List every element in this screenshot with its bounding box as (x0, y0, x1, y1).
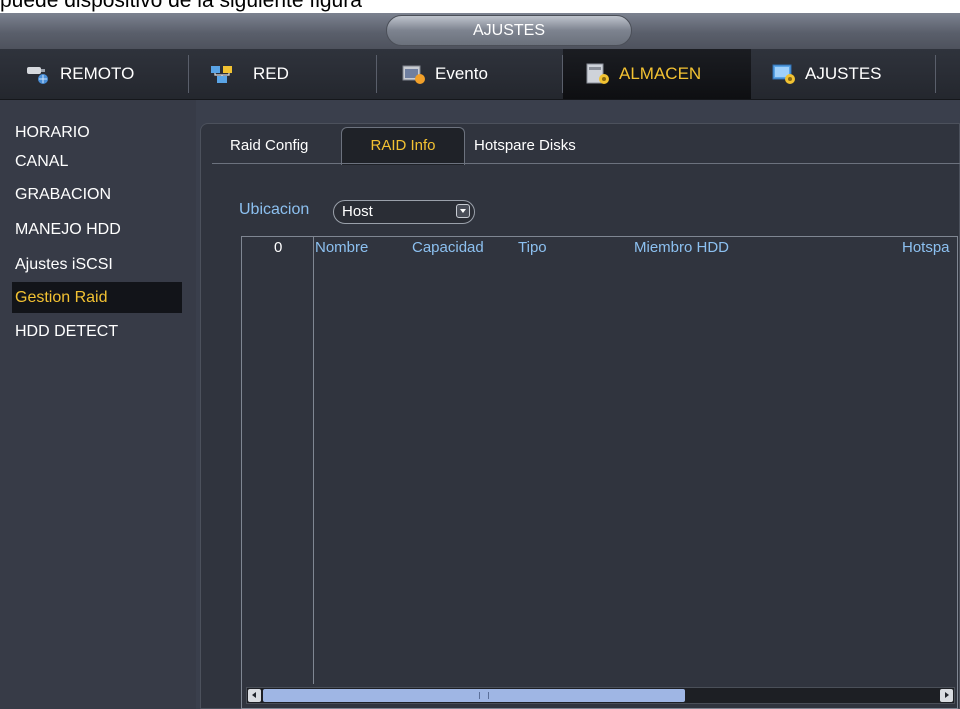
location-select[interactable]: Host (333, 200, 475, 224)
tab-evento[interactable]: Evento (377, 49, 563, 99)
system-settings-icon (772, 64, 795, 84)
main-tab-bar: REMOTO RED Evento ALMACEN AJUSTES (0, 49, 960, 100)
column-header-index: 0 (274, 239, 283, 256)
network-icon (211, 66, 232, 83)
sidebar-item-manejo-hdd[interactable]: MANEJO HDD (12, 214, 182, 245)
tab-label: Evento (435, 64, 488, 83)
sidebar-item-grabacion[interactable]: GRABACION (12, 179, 182, 210)
index-column (242, 237, 314, 684)
tab-ajustes[interactable]: AJUSTES (751, 49, 936, 99)
column-header-tipo: Tipo (518, 239, 547, 256)
scrollbar-thumb[interactable] (263, 689, 685, 702)
tab-label: RED (253, 64, 289, 83)
horizontal-scrollbar[interactable] (246, 687, 955, 704)
sidebar-item-ajustes-iscsi[interactable]: Ajustes iSCSI (12, 249, 182, 280)
sidebar-item-horario[interactable]: HORARIO (12, 117, 182, 148)
sidebar: HORARIO CANAL GRABACION MANEJO HDD Ajust… (0, 100, 196, 709)
scroll-left-icon[interactable] (248, 689, 261, 702)
tab-label: REMOTO (60, 64, 135, 83)
app-window: AJUSTES REMOTO RED Evento ALMACEN AJUSTE… (0, 13, 960, 709)
title-bar: AJUSTES (0, 13, 960, 49)
column-header-miembro-hdd: Miembro HDD (634, 239, 730, 256)
window-title: AJUSTES (386, 15, 632, 46)
column-header-nombre: Nombre (315, 239, 369, 256)
camera-network-icon (27, 67, 48, 84)
location-value: Host (342, 203, 373, 220)
tab-remoto[interactable]: REMOTO (0, 49, 189, 99)
storage-settings-icon (586, 63, 609, 84)
tab-raid-info[interactable]: RAID Info (341, 127, 465, 165)
location-label: Ubicacion (239, 201, 310, 218)
tab-almacen[interactable]: ALMACEN (563, 49, 751, 99)
tab-raid-config[interactable]: Raid Config (222, 127, 316, 165)
page-caption: puede dispositivo de la siguiente figura (0, 0, 362, 12)
column-header-hotspare: Hotspa (902, 239, 950, 256)
tab-label: AJUSTES (805, 64, 882, 83)
tab-red[interactable]: RED (189, 49, 377, 99)
scroll-right-icon[interactable] (940, 689, 953, 702)
event-icon (402, 65, 425, 84)
chevron-down-icon[interactable] (456, 204, 470, 218)
sidebar-item-gestion-raid[interactable]: Gestion Raid (12, 282, 182, 313)
column-header-capacidad: Capacidad (412, 239, 484, 256)
raid-info-table: 0 Nombre Capacidad Tipo Miembro HDD Hots… (241, 236, 958, 709)
tab-hotspare-disks[interactable]: Hotspare Disks (466, 127, 584, 165)
tab-label: ALMACEN (619, 64, 702, 83)
sidebar-item-hdd-detect[interactable]: HDD DETECT (12, 316, 182, 347)
sidebar-item-canal[interactable]: CANAL (12, 146, 182, 177)
subtab-divider (212, 163, 960, 164)
